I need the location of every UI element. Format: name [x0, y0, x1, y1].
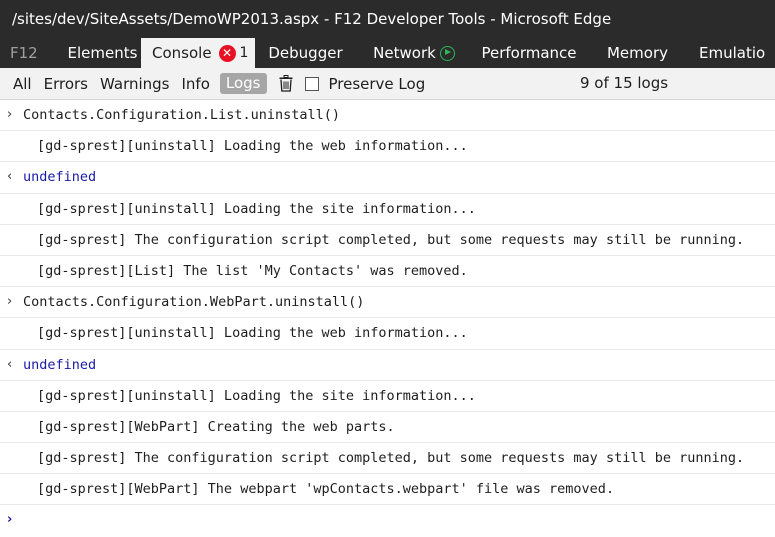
- tab-elements[interactable]: Elements: [64, 38, 141, 68]
- console-message-text: [gd-sprest][uninstall] Loading the web i…: [37, 138, 468, 155]
- input-chevron-icon: ›: [7, 294, 13, 310]
- tab-network-label: Network: [373, 44, 436, 62]
- filter-all[interactable]: All: [13, 75, 32, 93]
- console-message-text: [gd-sprest][uninstall] Loading the site …: [37, 200, 476, 217]
- filter-logs[interactable]: Logs: [219, 73, 267, 94]
- tab-emulation[interactable]: Emulatio: [689, 38, 769, 68]
- window-title: /sites/dev/SiteAssets/DemoWP2013.aspx - …: [0, 0, 775, 38]
- tab-performance[interactable]: Performance: [472, 38, 586, 68]
- console-log-row: [gd-sprest][uninstall] Loading the web i…: [0, 318, 775, 350]
- console-message-text: Contacts.Configuration.List.uninstall(): [23, 107, 340, 123]
- preserve-log-checkbox[interactable]: [304, 76, 319, 91]
- tab-network[interactable]: Network: [356, 38, 472, 68]
- filter-info[interactable]: Info: [182, 75, 210, 93]
- console-log-row: [gd-sprest][uninstall] Loading the site …: [0, 194, 775, 225]
- log-count: 9 of 15 logs: [580, 74, 669, 92]
- console-message-text: undefined: [23, 169, 97, 186]
- clear-console-trash-icon[interactable]: [279, 75, 293, 92]
- tab-console-label: Console: [152, 44, 212, 62]
- console-output[interactable]: › Contacts.Configuration.List.uninstall()…: [0, 100, 775, 537]
- console-prompt-input[interactable]: ›: [0, 505, 775, 536]
- console-input-row: › Contacts.Configuration.List.uninstall(): [0, 100, 775, 132]
- console-message-text: Contacts.Configuration.WebPart.uninstall…: [23, 294, 365, 311]
- filter-errors[interactable]: Errors: [44, 75, 88, 93]
- console-message-text: [gd-sprest][WebPart] The webpart 'wpCont…: [37, 481, 615, 498]
- network-record-play-icon: [439, 45, 455, 61]
- console-log-row: [gd-sprest][List] The list 'My Contacts'…: [0, 256, 775, 288]
- console-log-row: [gd-sprest][WebPart] The webpart 'wpCont…: [0, 474, 775, 506]
- tab-memory[interactable]: Memory: [586, 38, 689, 68]
- console-message-text: [gd-sprest][WebPart] Creating the web pa…: [37, 418, 395, 435]
- preserve-log-label[interactable]: Preserve Log: [329, 75, 426, 93]
- console-log-row: [gd-sprest] The configuration script com…: [0, 225, 775, 256]
- console-message-text: undefined: [23, 356, 97, 373]
- console-log-row: [gd-sprest][uninstall] Loading the site …: [0, 381, 775, 412]
- console-result-row: ‹ undefined: [0, 350, 775, 381]
- result-chevron-icon: ‹: [7, 169, 13, 185]
- input-chevron-icon: ›: [7, 107, 13, 122]
- console-log-row: [gd-sprest][WebPart] Creating the web pa…: [0, 412, 775, 444]
- console-message-text: [gd-sprest][List] The list 'My Contacts'…: [37, 262, 468, 279]
- console-log-row: [gd-sprest][uninstall] Loading the web i…: [0, 131, 775, 163]
- tab-debugger[interactable]: Debugger: [255, 38, 356, 68]
- error-x-icon: ✕: [218, 44, 236, 62]
- console-message-text: [gd-sprest] The configuration script com…: [37, 231, 745, 248]
- prompt-chevron-icon: ›: [7, 512, 13, 528]
- f12-label: F12: [10, 44, 38, 62]
- console-message-text: [gd-sprest][uninstall] Loading the web i…: [37, 325, 468, 342]
- filter-warnings[interactable]: Warnings: [100, 75, 170, 93]
- console-message-text: [gd-sprest] The configuration script com…: [37, 450, 745, 467]
- console-result-row: ‹ undefined: [0, 162, 775, 194]
- tab-console[interactable]: Console ✕ 1: [141, 38, 255, 68]
- console-input-row: › Contacts.Configuration.WebPart.uninstal…: [0, 287, 775, 319]
- console-error-count: 1: [239, 45, 249, 61]
- console-message-text: [gd-sprest][uninstall] Loading the site …: [37, 387, 476, 404]
- console-filter-toolbar: All Errors Warnings Info Logs Preserve L…: [0, 68, 775, 100]
- tool-tab-bar: F12 Elements Console ✕ 1 Debugger Networ…: [0, 38, 775, 68]
- result-chevron-icon: ‹: [7, 356, 13, 372]
- console-log-row: [gd-sprest] The configuration script com…: [0, 443, 775, 475]
